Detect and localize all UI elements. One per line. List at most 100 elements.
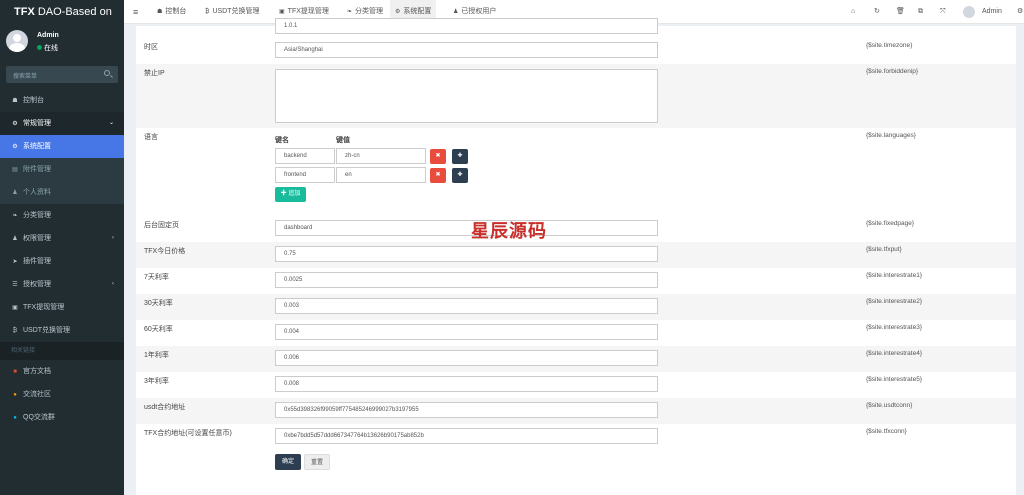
form-row: usdt合约地址 0x55d398326f99059ff7754852469990…	[136, 398, 1016, 424]
tab-icon: ☗	[157, 9, 163, 15]
sidebar-search-input[interactable]: 搜索菜单	[6, 66, 118, 83]
toolbar-icon[interactable]: 🗑	[896, 0, 905, 24]
sidebar-item[interactable]: ₿ USDT兑换管理	[0, 319, 124, 342]
qq-icon: ●	[13, 415, 17, 421]
append-button[interactable]: ✚ 追加	[275, 187, 306, 202]
user-panel: Admin 在线	[0, 24, 124, 60]
version-input[interactable]: 1.0.1	[275, 18, 658, 34]
dashboard-icon: ☗	[12, 98, 18, 104]
field-label: usdt合约地址	[144, 404, 186, 411]
form-row: 后台固定页 dashboard {$site.fixedpage}	[136, 216, 1016, 242]
tab-0[interactable]: ☗ 控制台	[152, 0, 191, 24]
forbiddenip-textarea[interactable]	[275, 69, 658, 123]
sidebar-item[interactable]: ♟ 权限管理 ‹	[0, 227, 124, 250]
sidebar-link[interactable]: ● QQ交流群	[0, 406, 124, 429]
sidebar-item-label: 个人资料	[23, 189, 51, 196]
toolbar-icon[interactable]: ⤧	[940, 0, 946, 24]
tab-icon: ⚙	[395, 9, 401, 15]
field-label: 30天利率	[144, 300, 173, 307]
leaf-icon: ❧	[12, 213, 18, 219]
toolbar-icon[interactable]: ⧉	[918, 0, 923, 24]
field-input[interactable]: 0.006	[275, 350, 658, 366]
field-label: 后台固定页	[144, 222, 179, 229]
sidebar-item[interactable]: ☗ 控制台	[0, 89, 124, 112]
remove-row-button[interactable]: ✖	[430, 168, 446, 183]
sidebar-item-label: 附件管理	[23, 166, 51, 173]
search-icon[interactable]	[104, 70, 110, 76]
field-tag: {$site.tfxconn}	[866, 428, 907, 435]
field-input[interactable]: 0x55d398326f99059ff775485246999027b31979…	[275, 402, 658, 418]
bitcoin-icon: ₿	[12, 328, 18, 334]
sidebar-link-label: 交流社区	[23, 391, 51, 398]
field-label: 语言	[144, 134, 158, 141]
language-value-input[interactable]: zh-cn	[336, 148, 426, 164]
languages-col-key: 键名	[275, 137, 289, 144]
field-label: 1年利率	[144, 352, 169, 359]
menu-toggle-icon[interactable]: ≡	[133, 0, 138, 24]
sidebar-link[interactable]: ■ 官方文档	[0, 360, 124, 383]
top-avatar[interactable]	[963, 6, 975, 18]
form-row: TFX合约地址(可设置任意币) 0xbe7bdd5d57ddd667347764b…	[136, 424, 1016, 450]
online-dot-icon	[37, 45, 42, 50]
sidebar-item[interactable]: ➤ 插件管理	[0, 250, 124, 273]
field-input[interactable]: 0xbe7bdd5d57ddd667347764b13626b90175ab85…	[275, 428, 658, 444]
tab-1[interactable]: ₿ USDT兑换管理	[200, 0, 265, 24]
field-input[interactable]: 0.003	[275, 298, 658, 314]
form-row: 1.0.1	[136, 18, 1016, 38]
field-label: 3年利率	[144, 378, 169, 385]
tab-label: 已授权用户	[461, 8, 497, 15]
toolbar-icon[interactable]: ⌂	[851, 0, 855, 24]
form-row: 3年利率 0.008 {$site.interestrate5}	[136, 372, 1016, 398]
config-form: 1.0.1 时区 Asia/Shanghai {$site.timezone} 禁止IP…	[136, 18, 1016, 495]
watermark: 星辰源码	[471, 221, 547, 241]
sidebar-item-label: 常规管理	[23, 120, 51, 127]
settings-icon[interactable]: ⚙	[1017, 0, 1023, 24]
tab-icon: ₿	[205, 9, 210, 15]
form-row: 语言 键名 键值 backend zh-cn ✖ ✚ frontend en ✖ ✚ ✚ 追加 {$si…	[136, 128, 1016, 216]
field-label: 禁止IP	[144, 70, 165, 77]
field-input[interactable]: 0.004	[275, 324, 658, 340]
sidebar-item[interactable]: ❧ 分类管理	[0, 204, 124, 227]
field-tag: {$site.forbiddenip}	[866, 68, 919, 75]
sidebar-item[interactable]: ▤ 附件管理	[0, 158, 124, 181]
sidebar-item-label: 插件管理	[23, 258, 51, 265]
sidebar-item[interactable]: ▣ TFX提现管理	[0, 296, 124, 319]
chevron-icon: ‹	[112, 281, 114, 287]
submit-button[interactable]: 确定	[275, 454, 301, 470]
tab-label: 控制台	[165, 8, 187, 15]
tab-label: USDT兑换管理	[212, 8, 260, 15]
sidebar-item-label: 授权管理	[23, 281, 51, 288]
field-label: 60天利率	[144, 326, 173, 333]
field-tag: {$site.fixedpage}	[866, 220, 915, 227]
tab-label: 分类管理	[355, 8, 384, 15]
file-icon: ▤	[12, 167, 18, 173]
field-input[interactable]: 0.75	[275, 246, 658, 262]
language-key-input[interactable]: backend	[275, 148, 335, 164]
languages-col-value: 键值	[336, 137, 350, 144]
field-tag: {$site.interestrate3}	[866, 324, 923, 331]
field-input[interactable]: Asia/Shanghai	[275, 42, 658, 58]
toolbar-icon[interactable]: ↻	[874, 0, 880, 24]
field-tag: {$site.interestrate4}	[866, 350, 923, 357]
field-input[interactable]: dashboard	[275, 220, 658, 236]
form-row: 禁止IP {$site.forbiddenip}	[136, 64, 1016, 128]
remove-row-button[interactable]: ✖	[430, 149, 446, 164]
app-logo[interactable]: TFX DAO-Based on	[0, 0, 124, 24]
language-value-input[interactable]: en	[336, 167, 426, 183]
group-icon: ♟	[12, 236, 18, 242]
top-user-name[interactable]: Admin	[982, 0, 1002, 24]
sidebar-item[interactable]: ⚙ 常规管理 ⌄	[0, 112, 124, 135]
field-input[interactable]: 0.008	[275, 376, 658, 392]
drag-row-button[interactable]: ✚	[452, 168, 468, 183]
sidebar-item[interactable]: ⚙ 系统配置	[0, 135, 124, 158]
user-name: Admin	[37, 32, 59, 39]
sidebar-item[interactable]: ☰ 授权管理 ‹	[0, 273, 124, 296]
form-row: 30天利率 0.003 {$site.interestrate2}	[136, 294, 1016, 320]
sidebar-link[interactable]: ● 交流社区	[0, 383, 124, 406]
language-key-input[interactable]: frontend	[275, 167, 335, 183]
sidebar-item-label: 分类管理	[23, 212, 51, 219]
drag-row-button[interactable]: ✚	[452, 149, 468, 164]
field-input[interactable]: 0.0025	[275, 272, 658, 288]
sidebar-item[interactable]: ♟ 个人资料	[0, 181, 124, 204]
reset-button[interactable]: 重置	[304, 454, 330, 470]
